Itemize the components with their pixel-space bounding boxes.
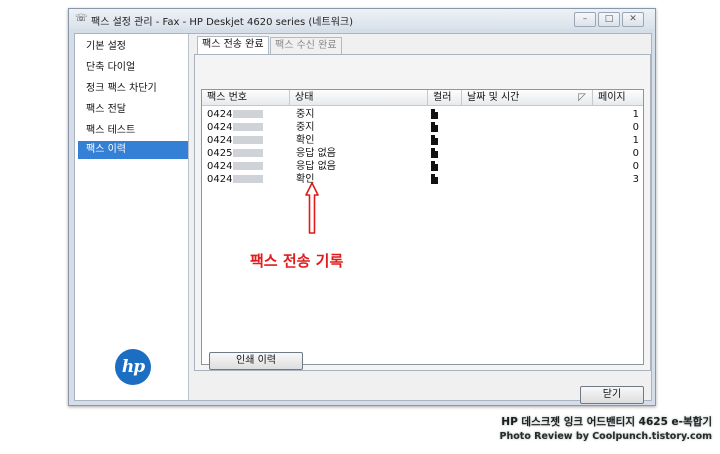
window-client-area: 기본 설정 단축 다이얼 정크 팩스 차단기 팩스 전달 팩스 테스트 팩스 이…: [74, 33, 652, 404]
pages-cell: 1: [632, 109, 639, 120]
table-row[interactable]: 0425 응답 없음 0: [202, 147, 643, 160]
close-window-button[interactable]: ✕: [622, 12, 644, 27]
title-bar[interactable]: ☏ 팩스 설정 관리 - Fax - HP Deskjet 4620 serie…: [69, 9, 655, 29]
table-row[interactable]: 0424 확인 3: [202, 173, 643, 186]
pages-cell: 1: [632, 135, 639, 146]
fax-settings-window: ☏ 팩스 설정 관리 - Fax - HP Deskjet 4620 serie…: [68, 8, 656, 406]
column-header-date-time-label: 날짜 및 시간: [467, 92, 520, 103]
column-header-date-time[interactable]: 날짜 및 시간 ◸: [462, 90, 593, 106]
redacted-number: [233, 110, 264, 118]
table-row[interactable]: 0424 응답 없음 0: [202, 160, 643, 173]
sidebar-item-fax-history[interactable]: 팩스 이력: [78, 141, 188, 159]
sidebar-item-fax-test[interactable]: 팩스 테스트: [78, 122, 188, 140]
print-history-button[interactable]: 인쇄 이력: [209, 352, 303, 370]
fax-app-icon: ☏: [75, 13, 88, 24]
redacted-number: [233, 175, 264, 183]
sidebar-nav: 기본 설정 단축 다이얼 정크 팩스 차단기 팩스 전달 팩스 테스트 팩스 이…: [75, 34, 189, 400]
sidebar-item-speed-dial[interactable]: 단축 다이얼: [78, 59, 188, 77]
fax-number-prefix: 0424: [207, 122, 233, 133]
fax-log-table[interactable]: 팩스 번호 상태 컬러 날짜 및 시간 ◸ 페이지 0424 중지 1 0424…: [201, 89, 644, 365]
maximize-button[interactable]: □: [598, 12, 620, 27]
close-button[interactable]: 닫기: [580, 386, 644, 404]
status-cell: 응답 없음: [296, 148, 336, 159]
tab-received-faxes[interactable]: 팩스 수신 완료: [270, 37, 342, 54]
status-cell: 확인: [296, 135, 315, 146]
fax-number-cell: 0424: [207, 160, 264, 173]
fax-number-prefix: 0425: [207, 148, 233, 159]
fax-number-cell: 0424: [207, 121, 264, 134]
fax-number-cell: 0424: [207, 173, 264, 186]
column-header-fax-number[interactable]: 팩스 번호: [202, 90, 290, 106]
pages-cell: 0: [632, 161, 639, 172]
annotation-label: 팩스 전송 기록: [250, 252, 344, 270]
sidebar-item-junk-fax-blocker[interactable]: 정크 팩스 차단기: [78, 80, 188, 98]
redacted-number: [233, 136, 264, 144]
redacted-number: [233, 149, 264, 157]
document-icon: [431, 174, 438, 184]
fax-number-cell: 0425: [207, 147, 264, 160]
sort-indicator-icon: ◸: [578, 92, 586, 103]
fax-number-cell: 0424: [207, 134, 264, 147]
status-cell: 중지: [296, 109, 315, 120]
window-title: 팩스 설정 관리 - Fax - HP Deskjet 4620 series …: [91, 17, 354, 28]
watermark-title: HP 데스크젯 잉크 어드밴티지 4625 e-복합기: [501, 416, 712, 428]
document-icon: [431, 148, 438, 158]
column-header-color[interactable]: 컬러: [428, 90, 462, 106]
pages-cell: 3: [632, 174, 639, 185]
annotation-arrow-icon: [305, 182, 319, 234]
pages-cell: 0: [632, 148, 639, 159]
document-icon: [431, 161, 438, 171]
column-header-pages[interactable]: 페이지: [593, 90, 643, 106]
fax-number-prefix: 0424: [207, 161, 233, 172]
fax-number-prefix: 0424: [207, 135, 233, 146]
sidebar-item-fax-forward[interactable]: 팩스 전달: [78, 101, 188, 119]
table-row[interactable]: 0424 중지 1: [202, 108, 643, 121]
document-icon: [431, 109, 438, 119]
table-row[interactable]: 0424 중지 0: [202, 121, 643, 134]
pages-cell: 0: [632, 122, 639, 133]
document-icon: [431, 135, 438, 145]
redacted-number: [233, 123, 264, 131]
watermark-credit: Photo Review by Coolpunch.tistory.com: [499, 431, 712, 442]
redacted-number: [233, 162, 264, 170]
document-icon: [431, 122, 438, 132]
minimize-button[interactable]: –: [574, 12, 596, 27]
sidebar-item-basic-settings[interactable]: 기본 설정: [78, 38, 188, 56]
status-cell: 중지: [296, 122, 315, 133]
hp-logo: hp: [115, 349, 151, 385]
fax-number-cell: 0424: [207, 108, 264, 121]
fax-number-prefix: 0424: [207, 174, 233, 185]
fax-history-panel: 팩스 번호 상태 컬러 날짜 및 시간 ◸ 페이지 0424 중지 1 0424…: [194, 54, 651, 371]
column-header-status[interactable]: 상태: [290, 90, 428, 106]
status-cell: 응답 없음: [296, 161, 336, 172]
fax-number-prefix: 0424: [207, 109, 233, 120]
tab-sent-faxes[interactable]: 팩스 전송 완료: [197, 36, 269, 54]
table-row[interactable]: 0424 확인 1: [202, 134, 643, 147]
